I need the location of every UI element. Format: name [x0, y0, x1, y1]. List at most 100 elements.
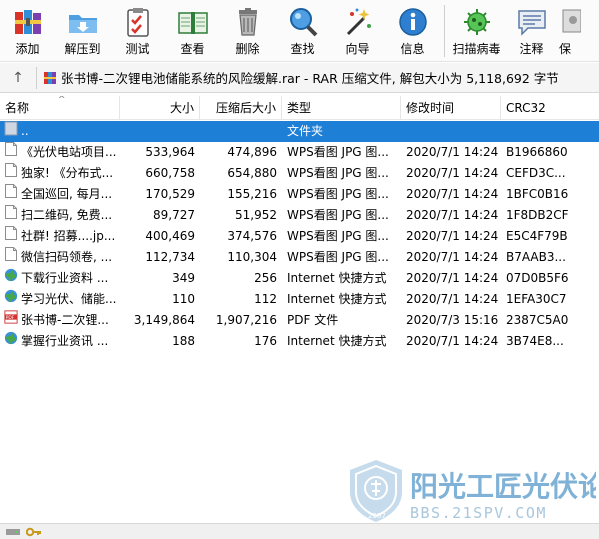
comment-icon [515, 5, 549, 39]
file-size: 188 [172, 334, 195, 348]
file-packed-size [200, 121, 282, 142]
file-size [120, 121, 200, 142]
file-row[interactable]: 学习光伏、储能... 110 112 Internet 快捷方式 2020/7/1 14… [0, 289, 599, 310]
archive-path[interactable]: 张书博-二次锂电池储能系统的风险缓解.rar - RAR 压缩文件, 解包大小为… [43, 68, 559, 87]
file-crc32: B7AAB3... [506, 250, 566, 264]
comment-button[interactable]: 注释 [504, 0, 559, 62]
file-row[interactable]: 社群! 招募....jp... 400,469 374,576 WPS看图 JPG 图… [0, 226, 599, 247]
delete-button[interactable]: 删除 [220, 0, 275, 62]
wizard-wand-icon [341, 5, 375, 39]
find-button[interactable]: 查找 [275, 0, 330, 62]
file-packed-size: 256 [254, 271, 277, 285]
file-modified: 2020/7/1 14:24 [406, 271, 499, 285]
file-row[interactable]: .. 文件夹 [0, 121, 599, 142]
info-button[interactable]: 信息 [385, 0, 440, 62]
test-clipboard-icon [121, 5, 155, 39]
file-name-cell: 下载行业资料 ... [0, 268, 120, 289]
watermark-year: 2007 [368, 512, 386, 520]
file-type: Internet 快捷方式 [287, 334, 387, 348]
column-type[interactable]: 类型 [282, 96, 401, 120]
column-header: ^ 名称 大小 压缩后大小 类型 修改时间 CRC32 [0, 96, 599, 120]
virus-scan-label: 扫描病毒 [452, 42, 501, 56]
up-arrow-icon[interactable]: ↑ [0, 63, 36, 93]
protect-button[interactable]: 保 [559, 0, 581, 62]
file-packed-size: 374,576 [227, 229, 277, 243]
file-modified: 2020/7/3 15:16 [406, 313, 499, 327]
file-name: 微信扫码领卷, ... [21, 250, 113, 264]
file-name-cell: 全国巡回, 每月... [0, 184, 120, 205]
column-packed-size[interactable]: 压缩后大小 [200, 96, 282, 120]
trash-icon [231, 5, 265, 39]
file-type: WPS看图 JPG 图... [287, 145, 389, 159]
column-modified[interactable]: 修改时间 [401, 96, 501, 120]
test-button[interactable]: 测试 [110, 0, 165, 62]
virus-scan-button[interactable]: 扫描病毒 [449, 0, 504, 62]
file-size: 89,727 [153, 208, 195, 222]
file-size: 400,469 [145, 229, 195, 243]
column-crc32[interactable]: CRC32 [501, 96, 599, 120]
file-modified [401, 121, 501, 142]
test-label: 测试 [125, 42, 150, 56]
file-packed-size: 654,880 [227, 166, 277, 180]
file-icon [4, 226, 18, 247]
file-modified: 2020/7/1 14:24 [406, 187, 499, 201]
pdf-icon: PDF [4, 310, 18, 331]
file-name: 下载行业资料 ... [21, 271, 109, 285]
file-name-cell: .. [0, 121, 120, 142]
file-modified: 2020/7/1 14:24 [406, 166, 499, 180]
info-icon [396, 5, 430, 39]
file-name: 《光伏电站项目... [21, 145, 117, 159]
file-name: .. [21, 124, 29, 138]
file-packed-size: 474,896 [227, 145, 277, 159]
globe-icon [4, 268, 18, 289]
file-icon [4, 205, 18, 226]
status-bar [0, 523, 599, 539]
column-size[interactable]: 大小 [120, 96, 200, 120]
file-size: 349 [172, 271, 195, 285]
file-name-cell: 《光伏电站项目... [0, 142, 120, 163]
file-name: 独家! 《分布式... [21, 166, 114, 180]
file-row[interactable]: 扫二维码, 免费... 89,727 51,952 WPS看图 JPG 图... 202… [0, 205, 599, 226]
file-name-cell: 独家! 《分布式... [0, 163, 120, 184]
file-row[interactable]: 《光伏电站项目... 533,964 474,896 WPS看图 JPG 图... 20… [0, 142, 599, 163]
file-modified: 2020/7/1 14:24 [406, 208, 499, 222]
file-type: Internet 快捷方式 [287, 292, 387, 306]
file-packed-size: 1,907,216 [215, 313, 277, 327]
file-crc32: 3B74E8... [506, 334, 564, 348]
virus-scan-icon [460, 5, 494, 39]
file-name: 社群! 招募....jp... [21, 229, 116, 243]
drive-icon [6, 528, 20, 535]
file-size: 660,758 [145, 166, 195, 180]
view-button[interactable]: 查看 [165, 0, 220, 62]
file-modified: 2020/7/1 14:24 [406, 229, 499, 243]
file-name-cell: 扫二维码, 免费... [0, 205, 120, 226]
file-name: 学习光伏、储能... [21, 292, 117, 306]
file-row[interactable]: 独家! 《分布式... 660,758 654,880 WPS看图 JPG 图... 2… [0, 163, 599, 184]
extract-to-button[interactable]: 解压到 [55, 0, 110, 62]
add-books-icon [11, 5, 45, 39]
view-book-icon [176, 5, 210, 39]
column-name[interactable]: ^ 名称 [0, 96, 120, 120]
file-row[interactable]: PDF 张书博-二次锂... 3,149,864 1,907,216 PDF 文件 202… [0, 310, 599, 331]
file-row[interactable]: 掌握行业资讯 ... 188 176 Internet 快捷方式 2020/7/1 14… [0, 331, 599, 352]
file-size: 3,149,864 [133, 313, 195, 327]
file-packed-size: 110,304 [227, 250, 277, 264]
file-type: WPS看图 JPG 图... [287, 166, 389, 180]
file-type: WPS看图 JPG 图... [287, 250, 389, 264]
file-icon [4, 184, 18, 205]
address-separator [36, 66, 37, 89]
file-row[interactable]: 全国巡回, 每月... 170,529 155,216 WPS看图 JPG 图... 2… [0, 184, 599, 205]
wizard-button[interactable]: 向导 [330, 0, 385, 62]
toolbar-separator [444, 5, 445, 57]
add-button[interactable]: 添加 [0, 0, 55, 62]
file-name: 张书博-二次锂... [21, 313, 109, 327]
find-label: 查找 [290, 42, 315, 56]
file-modified: 2020/7/1 14:24 [406, 292, 499, 306]
file-modified: 2020/7/1 14:24 [406, 250, 499, 264]
watermark-url: BBS.21SPV.COM [410, 504, 547, 522]
file-row[interactable]: 微信扫码领卷, ... 112,734 110,304 WPS看图 JPG 图... 2… [0, 247, 599, 268]
file-row[interactable]: 下载行业资料 ... 349 256 Internet 快捷方式 2020/7/1 14… [0, 268, 599, 289]
svg-text:PDF: PDF [6, 315, 15, 321]
file-size: 170,529 [145, 187, 195, 201]
view-label: 查看 [180, 42, 205, 56]
